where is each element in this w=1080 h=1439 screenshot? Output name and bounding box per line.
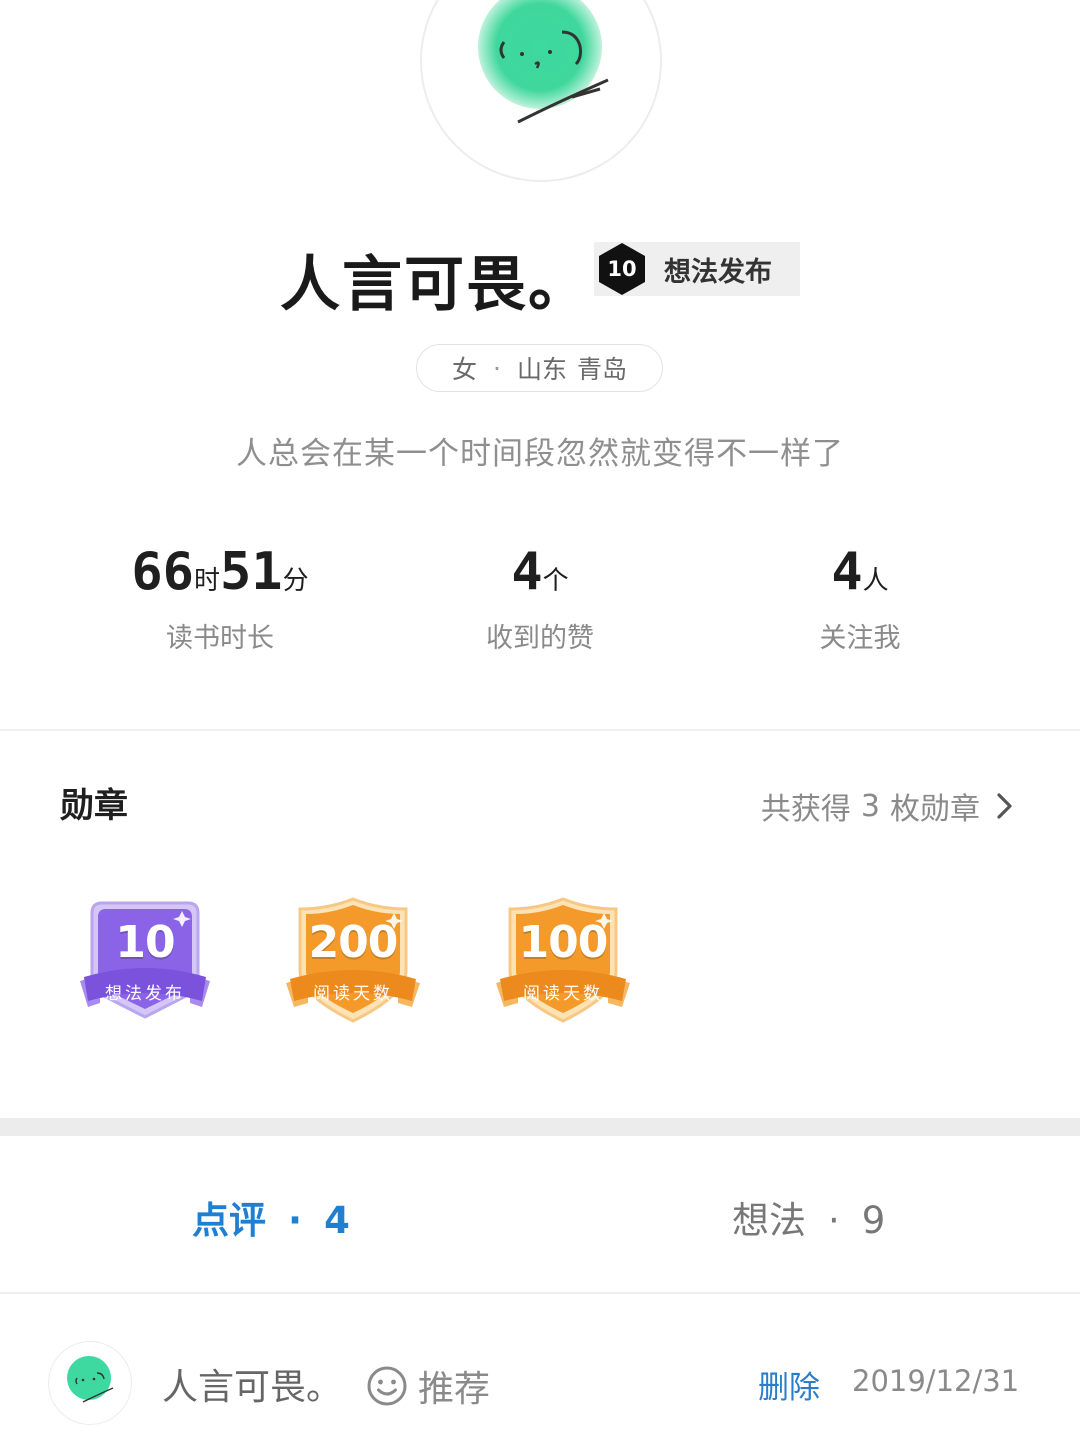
smile-icon xyxy=(367,1366,407,1406)
followers-label: 关注我 xyxy=(819,623,901,654)
followers-unit: 人 xyxy=(862,566,889,596)
followers-number: 4 xyxy=(831,542,863,602)
review-username: 人言可畏。 xyxy=(162,1367,343,1408)
hour-unit: 时 xyxy=(193,566,220,596)
medals-count: 3 xyxy=(860,788,880,824)
medals-title: 勋章 xyxy=(60,786,128,826)
medal-label: 想法发布 xyxy=(105,984,185,1004)
avatar-illustration-icon xyxy=(67,1356,114,1403)
tab-count: 4 xyxy=(324,1199,350,1242)
likes-value: 4个 xyxy=(380,536,700,608)
tab-label: 点评 xyxy=(192,1199,266,1242)
tab-reviews[interactable]: 点评 · 4 xyxy=(192,1190,350,1244)
tab-separator: · xyxy=(828,1199,840,1242)
chevron-right-icon xyxy=(997,793,1012,819)
medal-label: 阅读天数 xyxy=(523,984,603,1004)
reading-minutes: 51 xyxy=(220,542,283,602)
featured-badge-chip[interactable]: 10 想法发布 xyxy=(594,242,800,296)
medal-item[interactable]: 200 阅读天数 xyxy=(278,895,428,1035)
stats-row: 66时51分 读书时长 4个 收到的赞 4人 关注我 xyxy=(60,536,1020,655)
section-divider xyxy=(0,1118,1080,1136)
tab-label: 想法 xyxy=(732,1199,806,1242)
review-rating: 推荐 xyxy=(366,1360,490,1412)
medal-item[interactable]: 100 阅读天数 xyxy=(488,895,638,1035)
gender-text: 女 xyxy=(452,355,478,384)
medal-label: 阅读天数 xyxy=(313,984,393,1004)
rating-label: 推荐 xyxy=(418,1369,491,1410)
divider xyxy=(0,729,1080,731)
reading-hours: 66 xyxy=(131,542,194,602)
badge-label: 想法发布 xyxy=(664,256,772,288)
gender-location-pill: 女 · 山东 青岛 xyxy=(416,344,663,392)
followers-value: 4人 xyxy=(700,536,1020,608)
medals-more-suffix: 枚勋章 xyxy=(890,792,980,827)
city-text: 青岛 xyxy=(576,355,627,384)
tab-separator: · xyxy=(288,1199,303,1242)
hexagon-badge-icon: 10 xyxy=(594,241,650,297)
all-medals-link[interactable]: 共获得 3 枚勋章 xyxy=(761,784,1016,828)
reading-time-value: 66时51分 xyxy=(60,536,380,608)
likes-unit: 个 xyxy=(542,566,569,596)
badge-count: 10 xyxy=(607,257,637,281)
profile-avatar[interactable] xyxy=(420,0,662,182)
minute-unit: 分 xyxy=(282,566,309,596)
stat-followers[interactable]: 4人 关注我 xyxy=(700,536,1020,655)
likes-label: 收到的赞 xyxy=(486,623,594,654)
avatar-illustration-icon xyxy=(478,0,609,124)
review-date: 2019/12/31 xyxy=(852,1364,1020,1398)
medal-item[interactable]: 10 想法发布 xyxy=(70,895,220,1035)
stat-likes[interactable]: 4个 收到的赞 xyxy=(380,536,700,655)
likes-number: 4 xyxy=(511,542,543,602)
tab-thoughts[interactable]: 想法 · 9 xyxy=(732,1190,885,1244)
profile-name: 人言可畏。 xyxy=(280,250,590,320)
profile-signature: 人总会在某一个时间段忽然就变得不一样了 xyxy=(236,436,844,472)
tab-count: 9 xyxy=(861,1199,886,1242)
separator-dot: · xyxy=(493,353,501,383)
province-text: 山东 xyxy=(516,355,567,384)
stat-reading-time[interactable]: 66时51分 读书时长 xyxy=(60,536,380,655)
medal-number: 10 xyxy=(115,917,175,968)
reading-time-label: 读书时长 xyxy=(166,623,274,654)
review-avatar[interactable] xyxy=(48,1341,132,1425)
medal-number: 200 xyxy=(308,917,399,968)
divider xyxy=(0,1292,1080,1294)
delete-button[interactable]: 删除 xyxy=(758,1362,820,1407)
medal-number: 100 xyxy=(518,917,609,968)
medals-more-prefix: 共获得 xyxy=(760,792,851,827)
